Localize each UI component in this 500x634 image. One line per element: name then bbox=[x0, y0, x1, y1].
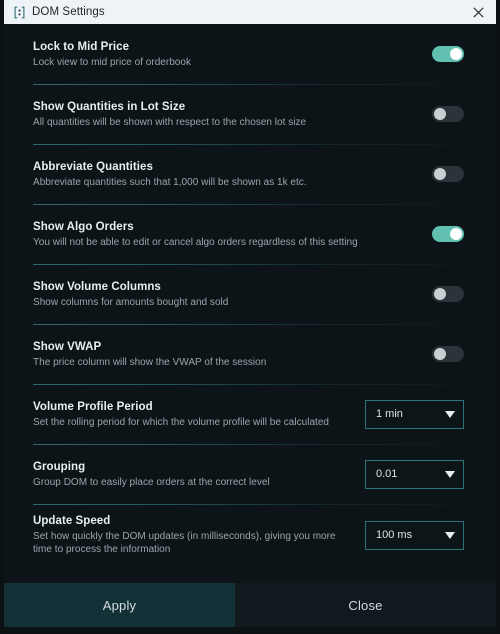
dropdown-grouping[interactable]: 0.01 bbox=[365, 459, 464, 489]
setting-title: Abbreviate Quantities bbox=[33, 160, 153, 173]
setting-title: Update Speed bbox=[33, 515, 111, 527]
setting-description: Show columns for amounts bought and sold bbox=[33, 296, 229, 308]
setting-text: Show Volume Columns Show columns for amo… bbox=[33, 280, 432, 309]
setting-text: Update Speed Set how quickly the DOM upd… bbox=[33, 514, 365, 556]
toggle-knob bbox=[434, 348, 446, 360]
setting-row-show-algo-orders: Show Algo Orders You will not be able to… bbox=[4, 204, 496, 264]
setting-row-show-quantities-in-lot-size: Show Quantities in Lot Size All quantiti… bbox=[4, 84, 496, 144]
setting-description: You will not be able to edit or cancel a… bbox=[33, 236, 358, 248]
setting-text: Show VWAP The price column will show the… bbox=[33, 340, 432, 369]
close-button[interactable]: Close bbox=[235, 583, 496, 627]
apply-button[interactable]: Apply bbox=[4, 583, 235, 627]
settings-list: Lock to Mid Price Lock view to mid price… bbox=[4, 24, 496, 583]
dropdown-value: 0.01 bbox=[376, 468, 398, 480]
setting-title: Volume Profile Period bbox=[33, 400, 153, 413]
setting-row-lock-to-mid-price: Lock to Mid Price Lock view to mid price… bbox=[4, 24, 496, 84]
row-separator bbox=[33, 504, 484, 505]
setting-title: Show Algo Orders bbox=[33, 220, 134, 233]
toggle-show-volume-columns[interactable] bbox=[432, 286, 464, 302]
dom-brackets-icon bbox=[13, 6, 26, 19]
row-separator bbox=[33, 84, 484, 85]
row-separator bbox=[33, 384, 484, 385]
chevron-down-icon bbox=[445, 470, 455, 478]
toggle-knob bbox=[450, 228, 462, 240]
toggle-knob bbox=[450, 48, 462, 60]
toggle-show-vwap[interactable] bbox=[432, 346, 464, 362]
row-separator bbox=[33, 204, 484, 205]
setting-title: Lock to Mid Price bbox=[33, 40, 130, 53]
setting-description: Abbreviate quantities such that 1,000 wi… bbox=[33, 176, 307, 188]
toggle-show-algo-orders[interactable] bbox=[432, 226, 464, 242]
setting-title: Show Quantities in Lot Size bbox=[33, 100, 186, 113]
setting-description: Group DOM to easily place orders at the … bbox=[33, 476, 270, 488]
window-title: DOM Settings bbox=[32, 6, 105, 18]
dom-settings-dialog: DOM Settings Lock to Mid Price Lock view… bbox=[4, 0, 496, 627]
setting-text: Abbreviate Quantities Abbreviate quantit… bbox=[33, 160, 432, 189]
setting-row-volume-profile-period: Volume Profile Period Set the rolling pe… bbox=[4, 384, 496, 444]
setting-description: Set how quickly the DOM updates (in mill… bbox=[33, 531, 336, 555]
close-icon[interactable] bbox=[460, 0, 496, 24]
toggle-knob bbox=[434, 168, 446, 180]
setting-text: Show Algo Orders You will not be able to… bbox=[33, 220, 432, 249]
chevron-down-icon bbox=[445, 531, 455, 539]
title-bar: DOM Settings bbox=[4, 0, 496, 24]
dialog-footer: Apply Close bbox=[4, 583, 496, 627]
setting-row-update-speed: Update Speed Set how quickly the DOM upd… bbox=[4, 504, 496, 566]
setting-title: Grouping bbox=[33, 460, 86, 473]
setting-text: Volume Profile Period Set the rolling pe… bbox=[33, 400, 365, 429]
setting-description: Lock view to mid price of orderbook bbox=[33, 56, 191, 68]
setting-title: Show VWAP bbox=[33, 340, 102, 353]
setting-row-show-vwap: Show VWAP The price column will show the… bbox=[4, 324, 496, 384]
setting-title: Show Volume Columns bbox=[33, 280, 161, 293]
setting-text: Lock to Mid Price Lock view to mid price… bbox=[33, 40, 432, 69]
toggle-show-quantities-in-lot-size[interactable] bbox=[432, 106, 464, 122]
row-separator bbox=[33, 324, 484, 325]
setting-description: Set the rolling period for which the vol… bbox=[33, 416, 329, 428]
toggle-knob bbox=[434, 108, 446, 120]
dropdown-value: 100 ms bbox=[376, 529, 413, 541]
setting-description: The price column will show the VWAP of t… bbox=[33, 356, 267, 368]
setting-row-abbreviate-quantities: Abbreviate Quantities Abbreviate quantit… bbox=[4, 144, 496, 204]
row-separator bbox=[33, 264, 484, 265]
row-separator bbox=[33, 444, 484, 445]
toggle-knob bbox=[434, 288, 446, 300]
setting-row-grouping: Grouping Group DOM to easily place order… bbox=[4, 444, 496, 504]
setting-text: Show Quantities in Lot Size All quantiti… bbox=[33, 100, 432, 129]
dropdown-volume-profile-period[interactable]: 1 min bbox=[365, 399, 464, 429]
setting-text: Grouping Group DOM to easily place order… bbox=[33, 460, 365, 489]
toggle-abbreviate-quantities[interactable] bbox=[432, 166, 464, 182]
setting-row-show-volume-columns: Show Volume Columns Show columns for amo… bbox=[4, 264, 496, 324]
setting-description: All quantities will be shown with respec… bbox=[33, 116, 307, 128]
toggle-lock-to-mid-price[interactable] bbox=[432, 46, 464, 62]
dropdown-update-speed[interactable]: 100 ms bbox=[365, 520, 464, 550]
dropdown-value: 1 min bbox=[376, 408, 403, 420]
chevron-down-icon bbox=[445, 410, 455, 418]
row-separator bbox=[33, 144, 484, 145]
